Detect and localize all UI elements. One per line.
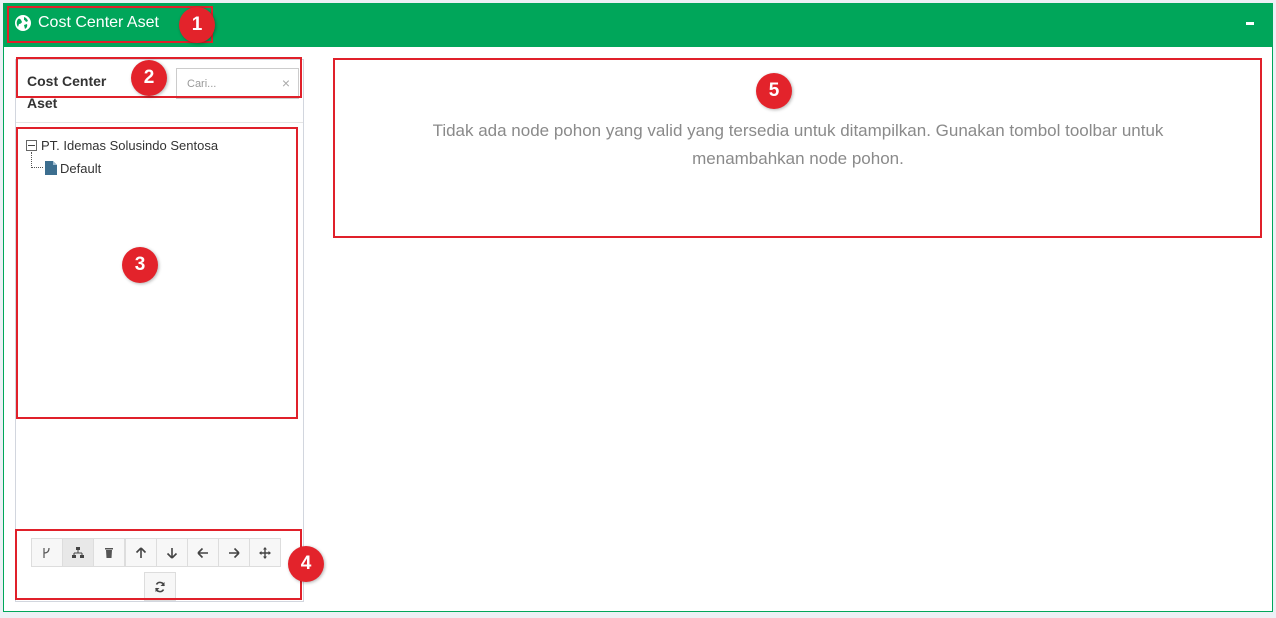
callout-badge-3: 3	[122, 247, 158, 283]
callout-badge-2: 2	[131, 60, 167, 96]
callout-badge-4: 4	[288, 546, 324, 582]
callout-box-4	[15, 529, 302, 600]
callout-box-3	[16, 127, 298, 419]
minimize-button[interactable]	[1242, 15, 1258, 31]
callout-box-5	[333, 58, 1262, 238]
callout-badge-1: 1	[179, 7, 215, 43]
callout-badge-5: 5	[756, 73, 792, 109]
